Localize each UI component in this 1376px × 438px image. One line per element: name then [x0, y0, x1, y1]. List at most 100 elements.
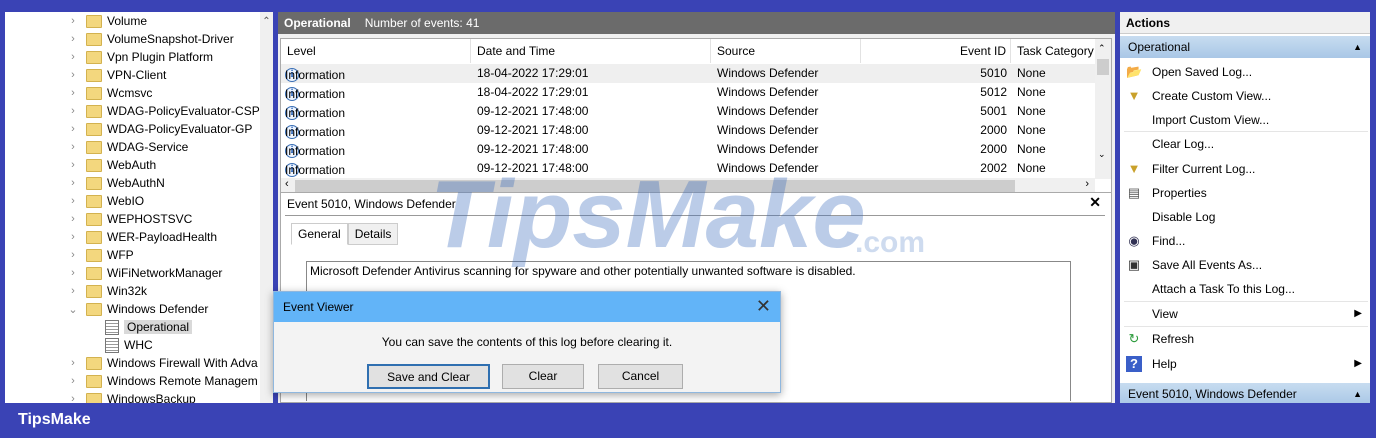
- action-label: Properties: [1152, 186, 1207, 200]
- date-cell: 09-12-2021 17:48:00: [477, 161, 589, 175]
- tree-item-label: WebAuth: [107, 158, 157, 172]
- chevron-right-icon[interactable]: ›: [67, 141, 79, 153]
- table-row[interactable]: i Information 09-12-2021 17:48:00 Windows…: [281, 121, 1095, 140]
- tree-item[interactable]: › WiFiNetworkManager: [67, 264, 222, 282]
- chevron-right-icon[interactable]: ›: [67, 177, 79, 189]
- close-detail-icon[interactable]: ✕: [1089, 194, 1101, 211]
- task-category-cell: None: [1017, 66, 1046, 80]
- tree-item[interactable]: › WDAG-PolicyEvaluator-GP: [67, 120, 252, 138]
- tree-scrollbar[interactable]: ⌃: [260, 12, 273, 403]
- chevron-right-icon[interactable]: ›: [67, 15, 79, 27]
- section-event[interactable]: Event 5010, Windows Defender ▲: [1120, 383, 1370, 403]
- tree-item[interactable]: WHC: [105, 336, 153, 354]
- tree-item[interactable]: › WEPHOSTSVC: [67, 210, 192, 228]
- tree-item-label: WFP: [107, 248, 134, 262]
- action-item[interactable]: Import Custom View...: [1120, 108, 1370, 132]
- tree-item[interactable]: › WFP: [67, 246, 134, 264]
- tree-item[interactable]: › Win32k: [67, 282, 147, 300]
- chevron-right-icon[interactable]: ›: [67, 213, 79, 225]
- folder-icon: [86, 284, 102, 298]
- tab-general[interactable]: General: [291, 223, 348, 245]
- tree-item[interactable]: › WDAG-PolicyEvaluator-CSP: [67, 102, 260, 120]
- action-item[interactable]: ◉ Find...: [1120, 229, 1370, 253]
- column-task-category[interactable]: Task Category: [1011, 39, 1101, 63]
- tree-item[interactable]: Operational: [105, 318, 193, 336]
- collapse-icon[interactable]: ▲: [1353, 36, 1362, 58]
- action-item[interactable]: ? Help ▶: [1120, 352, 1370, 376]
- tree-item[interactable]: › WER-PayloadHealth: [67, 228, 217, 246]
- collapse-icon[interactable]: ▲: [1353, 383, 1362, 403]
- tree-item[interactable]: › WebAuth: [67, 156, 156, 174]
- tree-item[interactable]: › Volume: [67, 12, 147, 30]
- tab-details[interactable]: Details: [347, 223, 399, 245]
- tree-item[interactable]: › WindowsBackup: [67, 390, 196, 403]
- section-operational[interactable]: Operational ▲: [1120, 36, 1370, 58]
- tree-item[interactable]: › WebIO: [67, 192, 144, 210]
- tree-item[interactable]: › Windows Firewall With Adva: [67, 354, 258, 372]
- column-date[interactable]: Date and Time: [471, 39, 711, 63]
- chevron-right-icon[interactable]: ›: [67, 267, 79, 279]
- tree-item[interactable]: › Windows Remote Managem: [67, 372, 258, 390]
- action-item[interactable]: ▤ Properties: [1120, 181, 1370, 205]
- task-category-cell: None: [1017, 104, 1046, 118]
- action-item[interactable]: Clear Log...: [1120, 132, 1370, 156]
- tree-item[interactable]: › VPN-Client: [67, 66, 166, 84]
- chevron-right-icon[interactable]: ›: [67, 159, 79, 171]
- tree-item[interactable]: › WDAG-Service: [67, 138, 188, 156]
- action-label: Refresh: [1152, 332, 1195, 346]
- table-vertical-scrollbar[interactable]: ⌃ ⌄: [1095, 39, 1111, 179]
- filter-icon: ▼: [1127, 88, 1141, 103]
- action-label: Filter Current Log...: [1152, 162, 1256, 176]
- tree-item-label: WDAG-PolicyEvaluator-CSP: [107, 104, 260, 118]
- chevron-right-icon[interactable]: ›: [67, 69, 79, 81]
- table-row[interactable]: i Information 09-12-2021 17:48:00 Windows…: [281, 159, 1095, 178]
- column-source[interactable]: Source: [711, 39, 861, 63]
- table-row[interactable]: i Information 18-04-2022 17:29:01 Windows…: [281, 64, 1095, 83]
- tree-item[interactable]: › Wcmsvc: [67, 84, 152, 102]
- tree-item[interactable]: › VolumeSnapshot-Driver: [67, 30, 234, 48]
- tree-item[interactable]: › Vpn Plugin Platform: [67, 48, 213, 66]
- chevron-right-icon[interactable]: ›: [67, 357, 79, 369]
- folder-icon: [86, 212, 102, 226]
- cancel-button[interactable]: Cancel: [598, 364, 683, 389]
- table-row[interactable]: i Information 09-12-2021 17:48:00 Windows…: [281, 140, 1095, 159]
- dialog-close-icon[interactable]: ✕: [756, 296, 771, 317]
- chevron-right-icon[interactable]: ›: [67, 231, 79, 243]
- binoculars-icon: ◉: [1128, 233, 1140, 248]
- action-item[interactable]: Disable Log: [1120, 205, 1370, 229]
- chevron-right-icon[interactable]: ›: [67, 195, 79, 207]
- chevron-right-icon[interactable]: ›: [67, 249, 79, 261]
- chevron-right-icon[interactable]: ›: [67, 51, 79, 63]
- clear-button[interactable]: Clear: [502, 364, 584, 389]
- tree-item-label: VolumeSnapshot-Driver: [107, 32, 234, 46]
- open-folder-icon: 📂: [1126, 64, 1143, 79]
- action-item[interactable]: View ▶: [1120, 302, 1370, 326]
- action-item[interactable]: ▼ Filter Current Log...: [1120, 157, 1370, 181]
- table-row[interactable]: i Information 18-04-2022 17:29:01 Windows…: [281, 83, 1095, 102]
- tree-item[interactable]: ⌄ Windows Defender: [67, 300, 208, 318]
- folder-icon: [86, 392, 102, 403]
- chevron-right-icon[interactable]: ›: [67, 285, 79, 297]
- save-and-clear-button[interactable]: Save and Clear: [367, 364, 490, 389]
- action-label: Help: [1152, 357, 1177, 371]
- action-item[interactable]: ▣ Save All Events As...: [1120, 253, 1370, 277]
- column-event-id[interactable]: Event ID: [861, 39, 1011, 63]
- action-item[interactable]: ▼ Create Custom View...: [1120, 84, 1370, 108]
- tree-item-label: Wcmsvc: [107, 86, 153, 100]
- action-label: Open Saved Log...: [1152, 65, 1253, 79]
- chevron-right-icon[interactable]: ›: [67, 123, 79, 135]
- chevron-right-icon[interactable]: ›: [67, 375, 79, 387]
- save-icon: ▣: [1127, 257, 1141, 272]
- detail-title: Event 5010, Windows Defender: [287, 197, 456, 211]
- table-row[interactable]: i Information 09-12-2021 17:48:00 Windows…: [281, 102, 1095, 121]
- chevron-right-icon[interactable]: ›: [67, 87, 79, 99]
- chevron-right-icon[interactable]: ›: [67, 393, 79, 403]
- chevron-right-icon[interactable]: ›: [67, 105, 79, 117]
- column-level[interactable]: Level: [281, 39, 471, 63]
- chevron-right-icon[interactable]: ›: [67, 33, 79, 45]
- action-item[interactable]: Attach a Task To this Log...: [1120, 277, 1370, 301]
- action-item[interactable]: ↻ Refresh: [1120, 327, 1370, 351]
- tree-item[interactable]: › WebAuthN: [67, 174, 165, 192]
- action-item[interactable]: 📂 Open Saved Log...: [1120, 60, 1370, 84]
- chevron-down-icon[interactable]: ⌄: [67, 303, 79, 316]
